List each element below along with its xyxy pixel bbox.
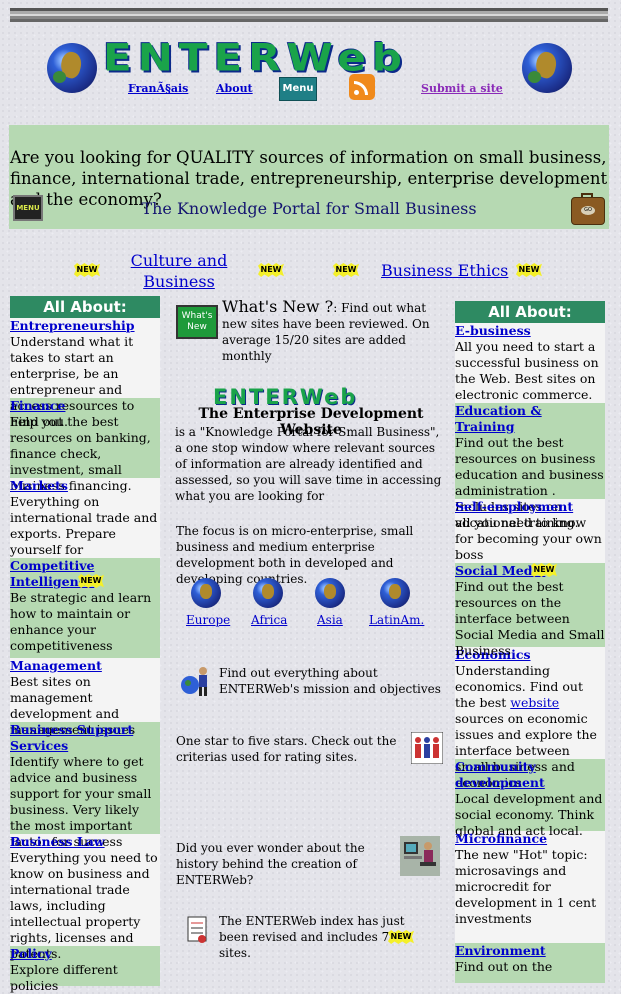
all-about-header: All About: <box>455 301 605 323</box>
french-link[interactable]: FranÃ§ais <box>128 82 188 95</box>
topic-policy: Policy Explore different policies <box>10 946 160 993</box>
portal-tagline: The Knowledge Portal for Small Business <box>141 199 477 218</box>
globe-europe-icon[interactable] <box>191 578 221 608</box>
history-text[interactable]: Did you ever wonder about the history be… <box>176 840 394 888</box>
mission-text[interactable]: Find out everything about ENTERWeb's mis… <box>219 665 444 697</box>
new-badge-icon: NEW <box>258 263 284 277</box>
globe-left-icon <box>47 43 97 93</box>
topic-microfinance: Microfinance The new "Hot" topic: micros… <box>455 831 605 943</box>
whats-new-block: What's New ?: Find out what new sites ha… <box>222 297 430 364</box>
topic-education-training: Education & Training Find out the best r… <box>455 403 605 530</box>
topic-link[interactable]: Education & Training <box>455 403 542 434</box>
index-document-icon[interactable] <box>182 913 214 945</box>
topic-link[interactable]: Entrepreneurship <box>10 318 135 333</box>
globe-asia-icon[interactable] <box>315 578 345 608</box>
all-about-header: All About: <box>10 296 160 318</box>
topic-self-employment: Self-employment all you need to know for… <box>455 499 605 563</box>
region-asia-link[interactable]: Asia <box>317 613 343 627</box>
website-link[interactable]: website <box>510 695 559 710</box>
region-europe-link[interactable]: Europe <box>186 613 230 627</box>
topic-economics: Economics Understanding economics. Find … <box>455 647 605 790</box>
history-computer-user-icon[interactable] <box>400 836 440 876</box>
globe-latinam-icon[interactable] <box>380 578 410 608</box>
mission-person-globe-icon[interactable] <box>180 665 212 697</box>
top-divider-bar <box>10 8 608 22</box>
topic-link[interactable]: Policy <box>10 946 52 961</box>
topic-competitive-intelligence: Competitive Intelligence NEW Be strategi… <box>10 558 160 658</box>
topic-entrepreneurship: Entrepreneurship Understand what it take… <box>10 318 160 429</box>
region-latinam-link[interactable]: LatinAm. <box>369 613 424 627</box>
new-badge-icon: NEW <box>333 263 359 277</box>
menu-button[interactable]: Menu <box>279 77 317 101</box>
right-topic-column: All About: E-business All you need to st… <box>455 301 605 983</box>
topic-environment: Environment Find out on the <box>455 943 605 983</box>
suitcase-icon[interactable]: GO <box>571 193 605 225</box>
whats-new-icon[interactable]: What's New <box>176 305 218 339</box>
index-text[interactable]: The ENTERWeb index has just been revised… <box>219 913 409 961</box>
topic-link[interactable]: Competitive Intelligence <box>10 558 94 590</box>
topic-ebusiness: E-business All you need to start a succe… <box>455 323 605 403</box>
globe-africa-icon[interactable] <box>253 578 283 608</box>
about-link[interactable]: About <box>216 82 253 95</box>
topic-link[interactable]: Management <box>10 658 102 673</box>
topic-business-support: Business Support Services Identify where… <box>10 722 160 849</box>
topic-social-media: Social Media NEW Find out the best resou… <box>455 563 605 658</box>
new-badge-icon: NEW <box>74 263 100 277</box>
topic-link[interactable]: E-business <box>455 323 531 338</box>
topic-link[interactable]: Microfinance <box>455 831 547 846</box>
globe-right-icon <box>522 43 572 93</box>
whats-new-title[interactable]: What's New ? <box>222 297 333 316</box>
culture-business-link[interactable]: Culture and Business <box>128 250 230 292</box>
rss-icon[interactable] <box>349 74 375 100</box>
new-badge-icon: NEW <box>78 574 104 588</box>
menu-monitor-icon[interactable]: MENU <box>13 195 43 221</box>
enterweb-small-logo: ENTERWeb <box>213 385 358 409</box>
new-badge-icon: NEW <box>516 263 542 277</box>
rating-people-icon[interactable] <box>411 732 443 764</box>
topic-link[interactable]: Markets <box>10 478 68 493</box>
topic-management: Management Best sites on management deve… <box>10 658 160 737</box>
business-ethics-link[interactable]: Business Ethics <box>381 260 508 281</box>
intro-banner: Are you looking for QUALITY sources of i… <box>9 125 609 229</box>
new-badge-icon: NEW <box>388 930 414 944</box>
topic-link[interactable]: Finance <box>10 398 65 413</box>
topic-link[interactable]: Community development <box>455 759 545 790</box>
topic-link[interactable]: Self-employment <box>455 499 573 514</box>
submit-site-link[interactable]: Submit a site <box>421 82 503 95</box>
enterweb-logo[interactable]: ENTERWeb <box>103 38 513 78</box>
new-badge-icon: NEW <box>531 563 557 577</box>
intro-text: is a "Knowledge Portal for Small Busines… <box>175 425 442 503</box>
topic-link[interactable]: Business Support Services <box>10 722 133 753</box>
topic-link[interactable]: Business Law <box>10 834 105 849</box>
left-topic-column: All About: Entrepreneurship Understand w… <box>10 296 160 993</box>
region-africa-link[interactable]: Africa <box>251 613 287 627</box>
topic-business-law: Business Law Everything you need to know… <box>10 834 160 961</box>
topic-community-development: Community development Local development … <box>455 759 605 838</box>
topic-link[interactable]: Environment <box>455 943 546 958</box>
rating-text[interactable]: One star to five stars. Check out the cr… <box>176 733 406 765</box>
